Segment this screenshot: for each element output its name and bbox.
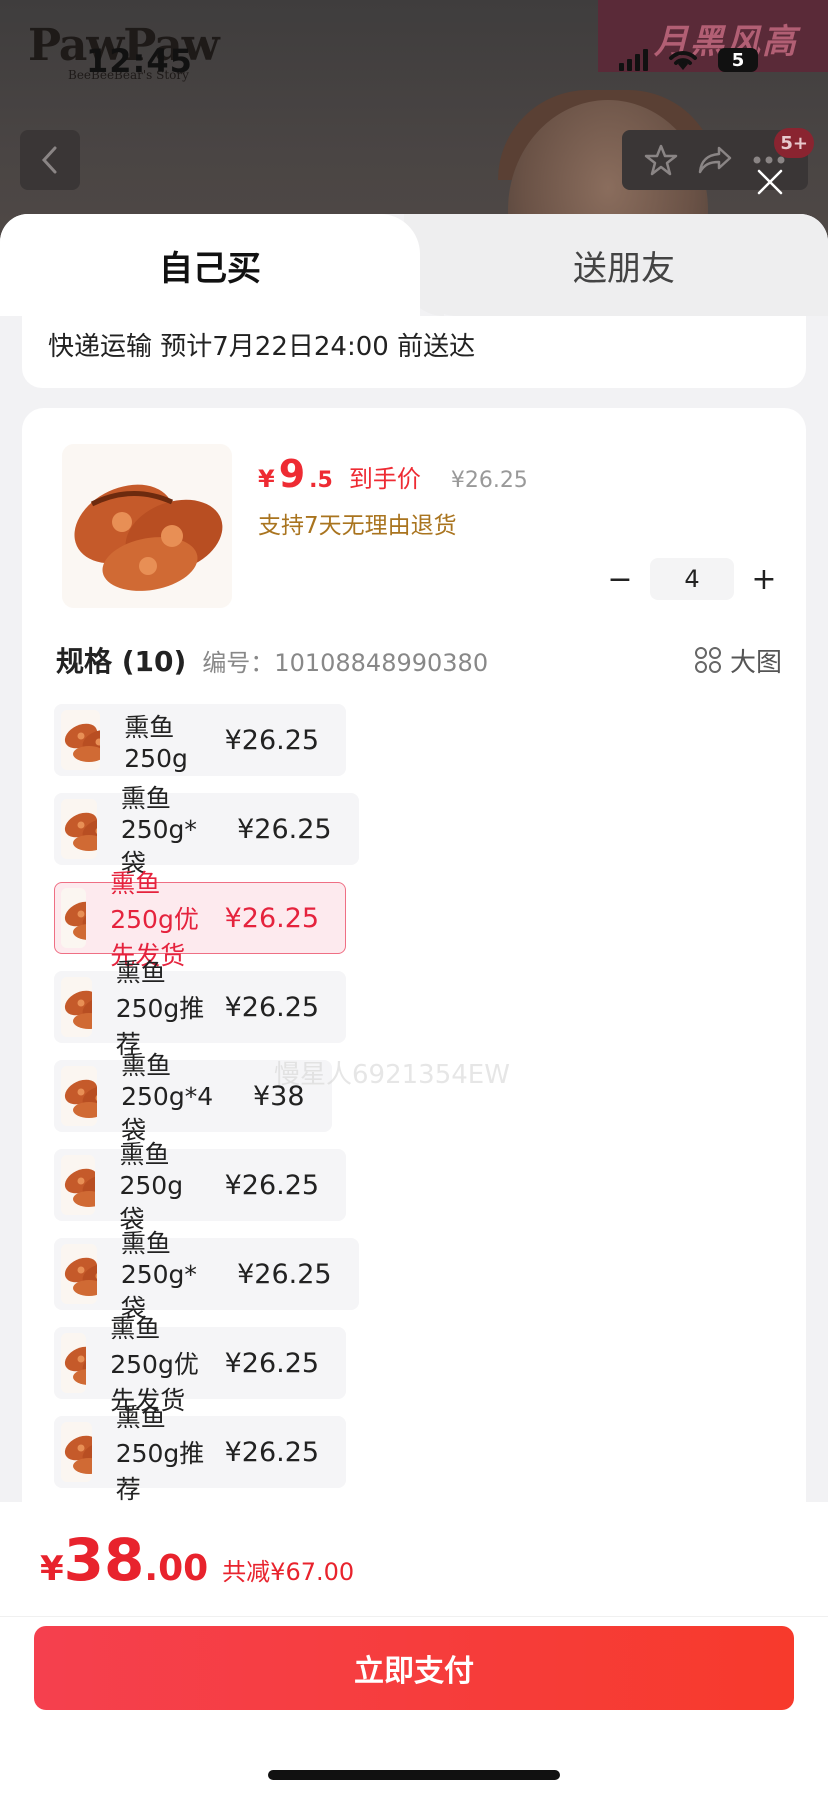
tab-buy-self[interactable]: 自己买 — [0, 214, 420, 316]
spec-price: ¥26.25 — [224, 1169, 320, 1201]
spec-option[interactable]: 熏鱼 250g袋 ¥26.25 — [54, 1140, 347, 1234]
original-price: ¥26.25 — [450, 468, 528, 493]
wifi-icon — [669, 51, 697, 70]
spec-header: 规格 (10) 编号：10108848990380 大图 — [56, 640, 782, 680]
spec-price: ¥26.25 — [224, 724, 320, 756]
spec-name: 熏鱼 250g*4 袋 — [121, 1050, 214, 1145]
shipping-info: 快递运输 预计7月22日24:00 前送达 — [22, 316, 806, 388]
price-integer: 9 — [278, 452, 306, 496]
price-decimal: .5 — [309, 468, 333, 493]
spec-price: ¥26.25 — [237, 1258, 332, 1290]
total-symbol: ¥ — [40, 1549, 64, 1589]
spec-thumbnail — [61, 710, 101, 770]
spec-code: 编号：10108848990380 — [202, 648, 489, 677]
spec-thumbnail — [61, 1244, 97, 1304]
spec-option[interactable]: 熏鱼 250g*4 袋 ¥38 — [54, 1051, 332, 1145]
checkout-footer: ¥ 38 .00 共减¥67.00 立即支付 — [0, 1502, 828, 1796]
spec-name: 熏鱼 250g推荐 — [115, 1403, 205, 1504]
spec-thumbnail — [61, 1422, 92, 1482]
spec-price: ¥26.25 — [224, 1347, 320, 1379]
grid-icon — [694, 647, 721, 673]
spec-price: ¥26.25 — [224, 1436, 320, 1468]
battery-icon: 5 — [718, 48, 758, 72]
close-icon[interactable] — [752, 164, 788, 200]
shipping-text: 快递运输 预计7月22日24:00 前送达 — [48, 332, 476, 362]
footer-divider — [0, 1616, 828, 1617]
spec-price: ¥26.25 — [224, 902, 320, 934]
spec-thumbnail — [61, 1155, 96, 1215]
status-time: 12:45 — [86, 42, 193, 80]
spec-option[interactable]: 熏鱼 250g推荐 ¥26.25 — [54, 1403, 347, 1504]
spec-name: 熏鱼 250g袋 — [119, 1139, 184, 1234]
total-decimal: .00 — [144, 1548, 209, 1589]
spec-title: 规格 (10) — [56, 645, 187, 678]
price-label: 到手价 — [348, 465, 421, 493]
total-integer: 38 — [63, 1526, 145, 1594]
star-icon[interactable] — [644, 143, 678, 177]
spec-thumbnail — [61, 888, 87, 948]
total-price: ¥ 38 .00 共减¥67.00 — [40, 1526, 354, 1594]
back-button[interactable] — [20, 130, 80, 190]
pay-now-button[interactable]: 立即支付 — [34, 1626, 794, 1710]
share-icon[interactable] — [697, 144, 733, 176]
spec-option[interactable]: 熏鱼 250g优先发货 ¥26.25 — [54, 1314, 347, 1415]
spec-price: ¥26.25 — [237, 813, 332, 845]
spec-option[interactable]: 熏鱼 250g推荐 ¥26.25 — [54, 958, 347, 1059]
signal-icon — [619, 49, 648, 71]
spec-price: ¥26.25 — [224, 991, 320, 1023]
notification-badge: 5+ — [774, 128, 814, 158]
spec-thumbnail — [61, 799, 97, 859]
spec-option-selected[interactable]: 熏鱼 250g优先发货 ¥26.25 — [54, 869, 347, 970]
spec-thumbnail — [61, 977, 92, 1037]
spec-option[interactable]: 熏鱼 250g ¥26.25 — [54, 704, 347, 776]
chevron-left-icon — [41, 146, 57, 174]
total-saving: 共减¥67.00 — [222, 1558, 355, 1586]
status-icons: 5 — [619, 48, 758, 72]
big-picture-button[interactable]: 大图 — [694, 642, 782, 679]
purchase-tabs: 送朋友 自己买 — [0, 214, 828, 316]
home-indicator — [268, 1770, 560, 1780]
price-symbol: ¥ — [258, 465, 275, 493]
spec-option[interactable]: 熏鱼 250g*袋 ¥26.25 — [54, 1229, 359, 1323]
return-policy: 支持7天无理由退货 — [258, 513, 457, 539]
big-picture-label: 大图 — [729, 647, 782, 678]
quantity-input[interactable]: 4 — [650, 558, 734, 600]
spec-thumbnail — [61, 1066, 98, 1126]
product-card: ¥ 9 .5 到手价 ¥26.25 支持7天无理由退货 − 4 + 规格 (10… — [22, 408, 806, 1516]
qty-minus-button[interactable]: − — [600, 559, 640, 599]
price-row: ¥ 9 .5 到手价 ¥26.25 — [258, 452, 528, 496]
qty-plus-button[interactable]: + — [744, 559, 784, 599]
spec-name: 熏鱼 250g — [124, 712, 188, 773]
product-image[interactable] — [62, 444, 232, 608]
tab-gift-friend[interactable]: 送朋友 — [420, 214, 828, 316]
spec-thumbnail — [61, 1333, 87, 1393]
spec-price: ¥38 — [253, 1080, 305, 1112]
spec-option[interactable]: 熏鱼 250g*袋 ¥26.25 — [54, 784, 359, 878]
quantity-stepper: − 4 + — [600, 558, 784, 600]
